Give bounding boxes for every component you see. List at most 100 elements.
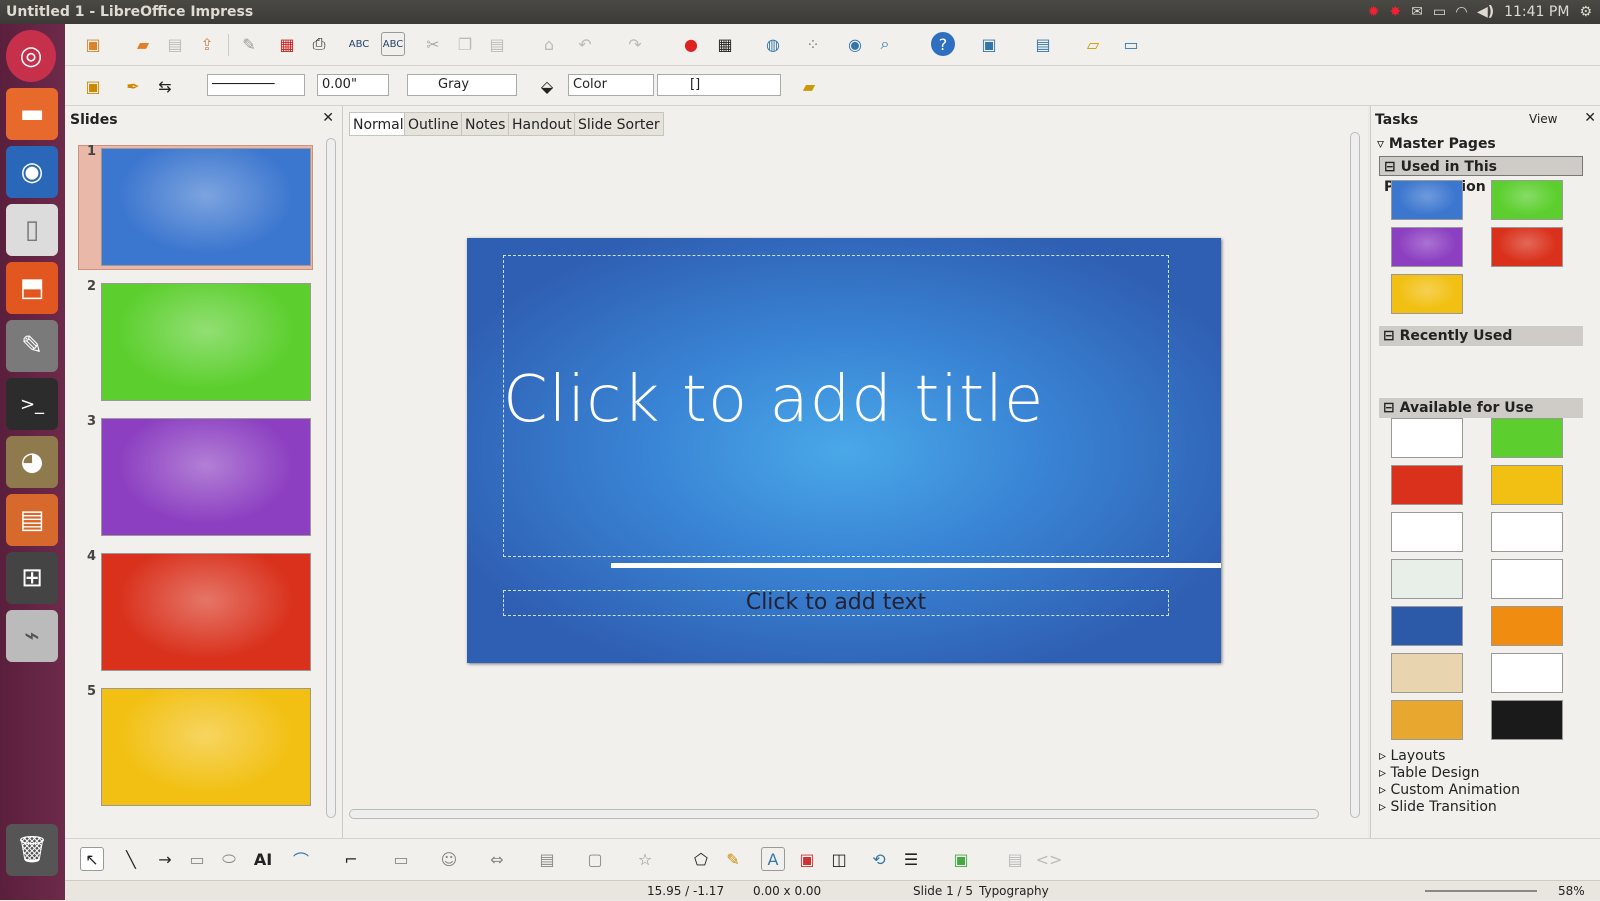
cut-icon[interactable]: ✂	[421, 32, 445, 56]
impress-icon[interactable]: ▤	[6, 494, 58, 546]
styles-icon[interactable]: ▣	[81, 74, 105, 98]
master-page-thumbnail[interactable]	[1391, 559, 1463, 599]
slide-thumbnail[interactable]	[101, 283, 311, 401]
settings-icon[interactable]: ✎	[6, 320, 58, 372]
available-section-header[interactable]: ⊟ Available for Use	[1379, 398, 1583, 418]
section-table-design[interactable]: ▹ Table Design	[1379, 765, 1479, 781]
edit-file-icon[interactable]: ✎	[237, 32, 261, 56]
volume-icon[interactable]: ◀)	[1477, 0, 1494, 24]
usb-drive-icon[interactable]: ⌁	[6, 610, 58, 662]
connector-icon[interactable]: ⌐	[339, 847, 363, 871]
section-layouts[interactable]: ▹ Layouts	[1379, 748, 1445, 764]
mail-icon[interactable]: ✉	[1411, 0, 1423, 24]
new-icon[interactable]: ▣	[81, 32, 105, 56]
master-page-thumbnail[interactable]	[1391, 653, 1463, 693]
slide-thumbnail[interactable]	[101, 553, 311, 671]
section-custom-animation[interactable]: ▹ Custom Animation	[1379, 782, 1520, 798]
software-center-icon[interactable]: ⬒	[6, 262, 58, 314]
master-page-thumbnail[interactable]	[1491, 606, 1563, 646]
points-icon[interactable]: ⬠	[689, 847, 713, 871]
slide-icon[interactable]: ▣	[977, 32, 1001, 56]
used-section-header[interactable]: ⊟ Used in This Presentation	[1379, 156, 1583, 195]
trash-icon[interactable]: 🗑	[6, 824, 58, 876]
arrange-icon[interactable]: ▣	[949, 847, 973, 871]
chart-icon[interactable]: ●	[679, 32, 703, 56]
shadow-icon[interactable]: ▰	[797, 74, 821, 98]
master-page-thumbnail[interactable]	[1391, 274, 1463, 314]
tab-notes[interactable]: Notes	[461, 112, 510, 136]
slide-thumbnail[interactable]	[101, 148, 311, 266]
ellipse-icon[interactable]: ⬭	[217, 847, 241, 871]
export-pdf-icon[interactable]: ▦	[275, 32, 299, 56]
tab-handout[interactable]: Handout	[508, 112, 576, 136]
symbol-shapes-icon[interactable]: ☺	[437, 847, 461, 871]
wifi-icon[interactable]: ◠	[1456, 0, 1467, 24]
clone-format-icon[interactable]: ⌂	[537, 32, 561, 56]
master-page-thumbnail[interactable]	[1391, 418, 1463, 458]
files-icon[interactable]: ▬	[6, 88, 58, 140]
align-icon[interactable]: ☰	[899, 847, 923, 871]
redo-icon[interactable]: ↷	[623, 32, 647, 56]
table-icon[interactable]: ▦	[713, 32, 737, 56]
master-page-thumbnail[interactable]	[1491, 700, 1563, 740]
master-page-thumbnail[interactable]	[1491, 227, 1563, 267]
block-arrows-icon[interactable]: ⇔	[485, 847, 509, 871]
paste-icon[interactable]: ▤	[485, 32, 509, 56]
curve-icon[interactable]: ⌒	[289, 847, 313, 871]
document-icon[interactable]: ▯	[6, 204, 58, 256]
zoom-slider[interactable]	[1425, 890, 1537, 892]
master-page-thumbnail[interactable]	[1491, 653, 1563, 693]
fontwork-icon[interactable]: A	[761, 847, 785, 871]
rectangle-icon[interactable]: ▭	[185, 847, 209, 871]
editor-hscrollbar[interactable]	[349, 809, 1319, 819]
firefox-icon[interactable]: ◉	[6, 146, 58, 198]
master-page-thumbnail[interactable]	[1391, 465, 1463, 505]
slide-thumbnail[interactable]	[101, 418, 311, 536]
rotate-icon[interactable]: ⟲	[867, 847, 891, 871]
tab-normal[interactable]: Normal	[349, 112, 408, 136]
line-color-select[interactable]: Gray	[407, 74, 517, 96]
open-icon[interactable]: ▰	[131, 32, 155, 56]
select-icon[interactable]: ↖	[80, 847, 104, 871]
flowchart-icon[interactable]: ▤	[535, 847, 559, 871]
slide-layout-icon[interactable]: ▤	[1031, 32, 1055, 56]
terminal-icon[interactable]: >_	[6, 378, 58, 430]
update-icon[interactable]: ✹	[1368, 0, 1380, 24]
copy-icon[interactable]: ❐	[453, 32, 477, 56]
line-style-select[interactable]: ────────	[207, 74, 305, 96]
presentation-icon[interactable]: ▭	[1119, 32, 1143, 56]
basic-shapes-icon[interactable]: ▭	[389, 847, 413, 871]
tasks-view-menu[interactable]: View	[1529, 112, 1557, 126]
autospell-icon[interactable]: ABC	[381, 32, 405, 56]
master-page-thumbnail[interactable]	[1391, 227, 1463, 267]
tab-outline[interactable]: Outline	[404, 112, 463, 136]
master-page-thumbnail[interactable]	[1491, 180, 1563, 220]
tab-slide-sorter[interactable]: Slide Sorter	[574, 112, 664, 136]
gimp-icon[interactable]: ◕	[6, 436, 58, 488]
slides-scrollbar[interactable]	[326, 138, 336, 818]
close-icon[interactable]: ✕	[1584, 110, 1596, 126]
master-slide-icon[interactable]: ▱	[1081, 32, 1105, 56]
clock[interactable]: 11:41 PM	[1504, 0, 1569, 24]
slide-thumbnail[interactable]	[101, 688, 311, 806]
save-icon[interactable]: ▤	[163, 32, 187, 56]
bug-icon[interactable]: ✸	[1389, 0, 1401, 24]
stars-icon[interactable]: ☆	[633, 847, 657, 871]
arrow-line-icon[interactable]: →	[153, 847, 177, 871]
gear-icon[interactable]: ⚙	[1579, 0, 1592, 24]
editor-vscrollbar[interactable]	[1350, 132, 1360, 818]
zoom-icon[interactable]: ⌕	[873, 32, 897, 56]
undo-icon[interactable]: ↶	[573, 32, 597, 56]
help-icon[interactable]: ?	[931, 32, 955, 56]
section-slide-transition[interactable]: ▹ Slide Transition	[1379, 799, 1497, 815]
zoom-level[interactable]: 58%	[1558, 881, 1585, 901]
grid-icon[interactable]: ⁘	[801, 32, 825, 56]
close-icon[interactable]: ✕	[322, 110, 334, 126]
glue-points-icon[interactable]: ✎	[721, 847, 745, 871]
export-icon[interactable]: ⇪	[195, 32, 219, 56]
battery-icon[interactable]: ▭	[1433, 0, 1446, 24]
master-page-thumbnail[interactable]	[1491, 418, 1563, 458]
arrow-style-icon[interactable]: ⇆	[153, 74, 177, 98]
master-pages-header[interactable]: ▿ Master Pages	[1377, 136, 1496, 152]
master-page-thumbnail[interactable]	[1491, 465, 1563, 505]
